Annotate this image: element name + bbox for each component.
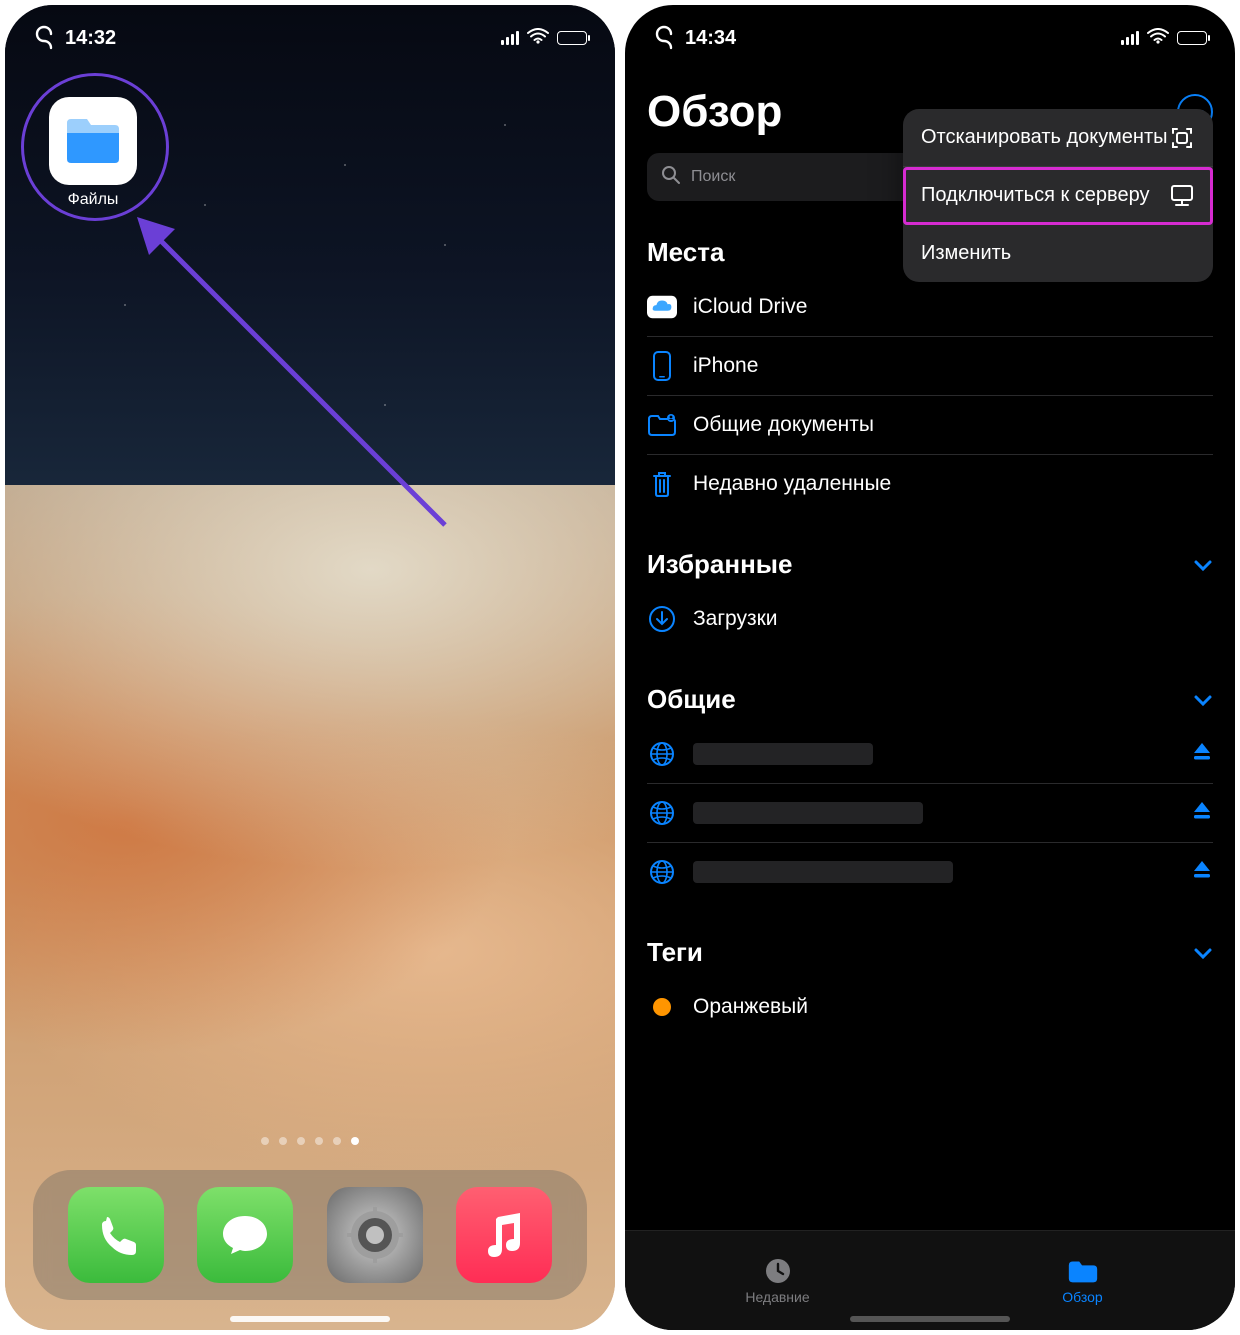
section-shared-header[interactable]: Общие	[647, 684, 1213, 715]
phone-app[interactable]	[68, 1187, 164, 1283]
wifi-icon	[527, 27, 549, 50]
status-bar: 14:34	[625, 5, 1235, 57]
row-label: iCloud Drive	[693, 295, 807, 319]
favorites-downloads[interactable]: Загрузки	[647, 590, 1213, 648]
home-indicator[interactable]	[230, 1316, 390, 1322]
shared-list	[647, 725, 1213, 901]
section-tags-header[interactable]: Теги	[647, 937, 1213, 968]
status-time: 14:34	[685, 27, 736, 50]
phone-home-screen: 14:32 Файлы	[5, 5, 615, 1330]
redacted-label	[693, 743, 873, 765]
chevron-down-icon	[1193, 684, 1213, 715]
shared-server-2[interactable]	[647, 784, 1213, 843]
section-tags-title: Теги	[647, 937, 703, 968]
download-icon	[647, 604, 677, 634]
server-icon	[1169, 184, 1195, 208]
eject-button[interactable]	[1191, 740, 1213, 768]
tab-label: Недавние	[745, 1289, 809, 1305]
menu-connect-server[interactable]: Подключиться к серверу	[903, 167, 1213, 225]
tab-bar: Недавние Обзор	[625, 1230, 1235, 1330]
messages-app[interactable]	[197, 1187, 293, 1283]
files-app-icon[interactable]	[49, 97, 137, 185]
row-label: Общие документы	[693, 413, 874, 437]
files-app[interactable]: Файлы	[49, 97, 137, 209]
page-title: Обзор	[647, 87, 782, 137]
globe-icon	[647, 798, 677, 828]
redacted-label	[693, 802, 923, 824]
row-label: iPhone	[693, 354, 758, 378]
battery-icon	[1177, 31, 1207, 45]
chevron-down-icon	[1193, 549, 1213, 580]
status-bar: 14:32	[5, 5, 615, 57]
menu-label: Изменить	[921, 241, 1011, 266]
page-dots[interactable]	[5, 1137, 615, 1145]
files-app-label: Файлы	[68, 191, 119, 209]
menu-label: Отсканировать документы	[921, 125, 1167, 150]
shared-server-3[interactable]	[647, 843, 1213, 901]
redacted-label	[693, 861, 953, 883]
music-app[interactable]	[456, 1187, 552, 1283]
row-label: Загрузки	[693, 607, 778, 631]
places-shared-docs[interactable]: Общие документы	[647, 396, 1213, 455]
folder-icon	[1066, 1257, 1100, 1285]
places-iphone[interactable]: iPhone	[647, 337, 1213, 396]
iphone-icon	[647, 351, 677, 381]
tab-label: Обзор	[1062, 1289, 1102, 1305]
context-menu: Отсканировать документы Подключиться к с…	[903, 109, 1213, 282]
eject-button[interactable]	[1191, 799, 1213, 827]
menu-scan-documents[interactable]: Отсканировать документы	[903, 109, 1213, 167]
cell-signal-icon	[501, 31, 519, 45]
menu-edit[interactable]: Изменить	[903, 225, 1213, 282]
menu-label: Подключиться к серверу	[921, 183, 1149, 208]
shared-server-1[interactable]	[647, 725, 1213, 784]
places-recently-deleted[interactable]: Недавно удаленные	[647, 455, 1213, 513]
trash-icon	[647, 469, 677, 499]
settings-app[interactable]	[327, 1187, 423, 1283]
places-list: iCloud Drive iPhone Общие документы Неда…	[647, 278, 1213, 513]
tag-orange[interactable]: Оранжевый	[647, 978, 1213, 1036]
status-time: 14:32	[65, 27, 116, 50]
search-placeholder: Поиск	[691, 168, 735, 186]
battery-icon	[557, 31, 587, 45]
home-indicator[interactable]	[850, 1316, 1010, 1322]
tag-color-dot	[647, 992, 677, 1022]
globe-icon	[647, 739, 677, 769]
carrier-logo-icon	[33, 25, 55, 51]
clock-icon	[761, 1257, 795, 1285]
chevron-down-icon	[1193, 937, 1213, 968]
carrier-logo-icon	[653, 25, 675, 51]
dock	[33, 1170, 587, 1300]
wifi-icon	[1147, 27, 1169, 50]
section-places-title: Места	[647, 237, 724, 268]
cell-signal-icon	[1121, 31, 1139, 45]
eject-button[interactable]	[1191, 858, 1213, 886]
folder-shared-icon	[647, 410, 677, 440]
row-label: Оранжевый	[693, 995, 808, 1019]
search-icon	[661, 165, 681, 190]
section-shared-title: Общие	[647, 684, 736, 715]
icloud-icon	[647, 292, 677, 322]
globe-icon	[647, 857, 677, 887]
section-favorites-header[interactable]: Избранные	[647, 549, 1213, 580]
favorites-list: Загрузки	[647, 590, 1213, 648]
places-icloud[interactable]: iCloud Drive	[647, 278, 1213, 337]
tags-list: Оранжевый	[647, 978, 1213, 1036]
scan-icon	[1169, 126, 1195, 150]
annotation-arrow	[135, 215, 455, 535]
row-label: Недавно удаленные	[693, 472, 891, 496]
phone-files-browse: 14:34 Обзор Поиск Места	[625, 5, 1235, 1330]
section-favorites-title: Избранные	[647, 549, 792, 580]
